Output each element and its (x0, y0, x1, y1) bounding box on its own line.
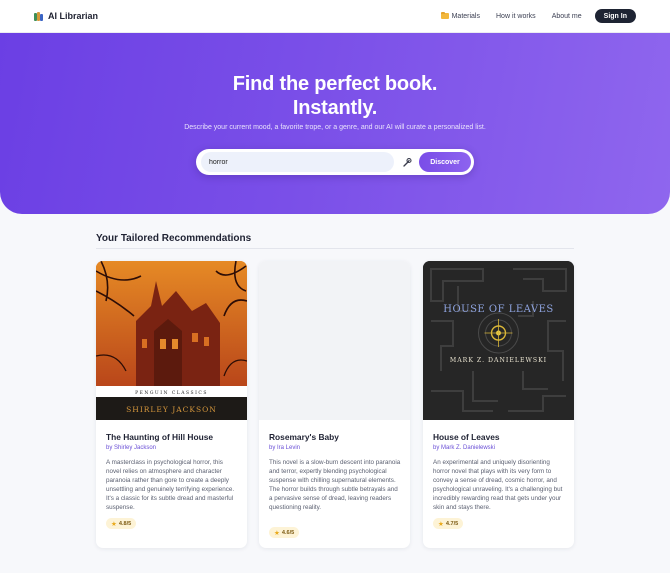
star-icon: ★ (274, 529, 280, 537)
book-description: This novel is a slow-burn descent into p… (269, 459, 401, 511)
book-author: by Mark Z. Danielewski (433, 445, 496, 451)
haunted-house-illustration: PENGUIN CLASSICS SHIRLEY JACKSON (96, 261, 247, 420)
books-icon (34, 11, 43, 21)
star-icon: ★ (111, 520, 117, 528)
brand-name: AI Librarian (48, 11, 99, 21)
cover-publisher: PENGUIN CLASSICS (135, 390, 208, 396)
book-cover-image: PENGUIN CLASSICS SHIRLEY JACKSON (96, 261, 247, 420)
labyrinth-illustration: HOUSE OF LEAVES MARK Z. DANIELEWSKI (423, 261, 574, 420)
book-card[interactable]: HOUSE OF LEAVES MARK Z. DANIELEWSKI Hous… (423, 261, 574, 548)
book-title: House of Leaves (433, 432, 500, 442)
rating-badge: ★ 4.6/5 (269, 527, 300, 538)
nav-link-how-it-works[interactable]: How it works (496, 13, 536, 20)
book-card[interactable]: Rosemary's Baby by Ira Levin This novel … (259, 261, 410, 548)
search-bar: Discover (196, 149, 474, 175)
sign-in-button[interactable]: Sign In (594, 9, 636, 23)
cover-author: MARK Z. DANIELEWSKI (450, 357, 547, 364)
hero-title-line2: Instantly. (292, 97, 378, 119)
star-icon: ★ (438, 520, 444, 528)
book-description: A masterclass in psychological horror, t… (106, 459, 235, 511)
section-title: Your Tailored Recommendations (96, 233, 252, 244)
nav-link-about-me[interactable]: About me (552, 13, 582, 20)
book-title: The Haunting of Hill House (106, 432, 214, 442)
rating-value: 4.6/5 (281, 529, 295, 536)
top-nav: AI Librarian Materials How it works Abou… (0, 0, 670, 33)
book-cover-image: HOUSE OF LEAVES MARK Z. DANIELEWSKI (423, 261, 574, 420)
search-input[interactable] (201, 152, 394, 172)
nav-link-label: Materials (451, 12, 480, 20)
magic-wand-icon[interactable] (402, 157, 412, 167)
rating-value: 4.8/5 (118, 520, 132, 527)
book-cover-placeholder (259, 261, 410, 420)
folder-icon (440, 11, 449, 19)
rating-value: 4.7/5 (445, 520, 459, 527)
hero: Find the perfect book. Instantly. Descri… (0, 33, 670, 214)
book-author: by Shirley Jackson (106, 445, 157, 451)
rating-badge: ★ 4.7/5 (433, 518, 464, 529)
hero-title: Find the perfect book. Instantly. (0, 72, 670, 120)
hero-title-line1: Find the perfect book. (232, 73, 438, 95)
book-author: by Ira Levin (269, 445, 301, 451)
rating-badge: ★ 4.8/5 (106, 518, 137, 529)
book-card[interactable]: PENGUIN CLASSICS SHIRLEY JACKSON The Hau… (96, 261, 247, 548)
nav-link-materials[interactable]: Materials (440, 11, 480, 20)
book-title: Rosemary's Baby (269, 432, 339, 442)
brand[interactable]: AI Librarian (34, 11, 98, 21)
nav-links: Materials How it works About me Sign In (425, 9, 636, 23)
section-divider (96, 248, 574, 249)
cover-title: HOUSE OF LEAVES (443, 304, 554, 315)
book-description: An experimental and uniquely disorientin… (433, 459, 563, 511)
cover-author: SHIRLEY JACKSON (126, 405, 217, 414)
discover-button[interactable]: Discover (419, 152, 471, 172)
hero-subtitle: Describe your current mood, a favorite t… (184, 124, 486, 131)
